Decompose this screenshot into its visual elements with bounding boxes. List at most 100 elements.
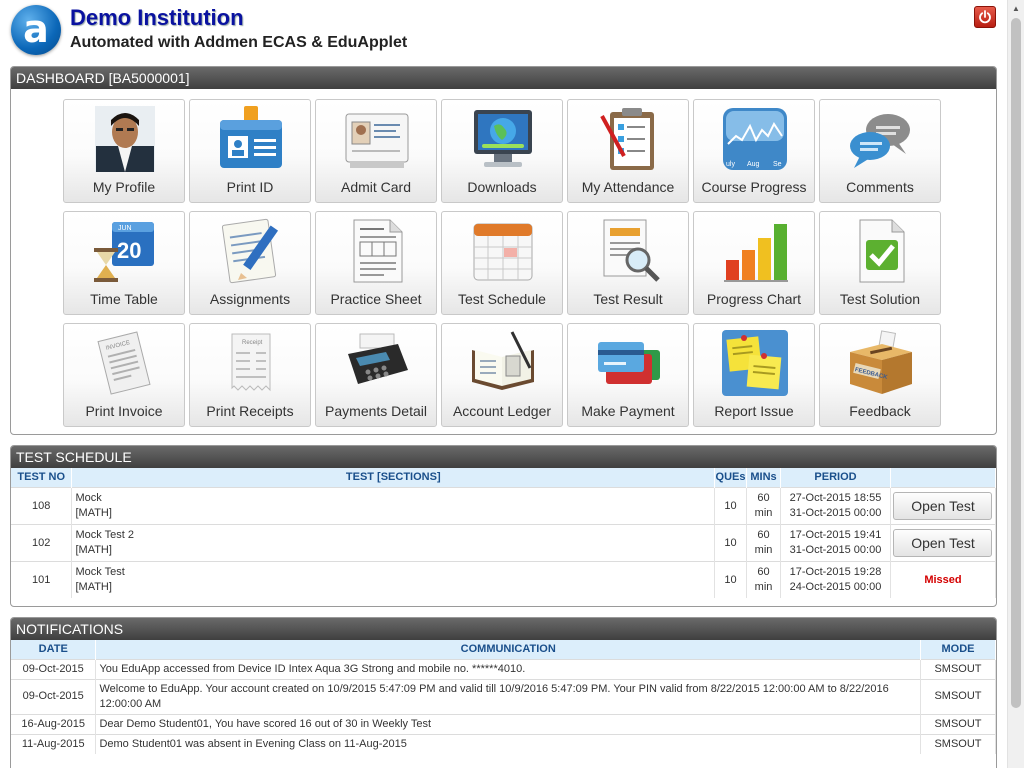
credit-cards-icon (598, 342, 660, 384)
logout-button[interactable] (974, 6, 996, 28)
test-period: 17-Oct-2015 19:41 31-Oct-2015 00:00 (780, 523, 891, 561)
notification-text: Demo Student01 was absent in Evening Cla… (95, 733, 921, 754)
worksheet-icon (353, 219, 403, 283)
notification-date: 16-Aug-2015 (11, 713, 97, 734)
column-header: MINs (746, 468, 782, 487)
institution-logo: a (11, 5, 61, 55)
test-name: Mock Test (75, 565, 125, 578)
minutes-unit: min (754, 506, 773, 519)
tile-label: Course Progress (701, 179, 807, 195)
tile-label: Admit Card (340, 179, 412, 195)
tile-print-id[interactable]: Print ID (189, 99, 311, 203)
tile-label: Payments Detail (325, 403, 427, 419)
tile-comments[interactable]: Comments (819, 99, 941, 203)
notification-text: Welcome to EduApp. Your account created … (95, 678, 921, 714)
minutes-value: 60 (757, 491, 770, 504)
tile-label: Print Invoice (85, 403, 163, 419)
scroll-thumb[interactable] (1011, 18, 1021, 708)
column-header: DATE (11, 640, 97, 659)
tile-payments-detail[interactable]: Payments Detail (315, 323, 437, 427)
tile-label: My Profile (92, 179, 156, 195)
tile-print-receipts[interactable]: Receipt Print Receipts (189, 323, 311, 427)
open-test-button[interactable]: Open Test (893, 528, 993, 557)
tile-make-payment[interactable]: Make Payment (567, 323, 689, 427)
document-check-icon (859, 219, 905, 283)
test-sections: Mock [MATH] (71, 486, 716, 524)
tile-print-invoice[interactable]: INVOICE Print Invoice (63, 323, 185, 427)
table-header-row: DATE COMMUNICATION MODE (11, 640, 996, 659)
dashboard-panel: DASHBOARD [BA5000001] My Profile Print I… (10, 66, 997, 435)
invoice-icon: INVOICE (97, 331, 151, 395)
test-name: Mock (75, 491, 102, 504)
tile-downloads[interactable]: Downloads (441, 99, 563, 203)
tile-label: Test Solution (839, 291, 921, 307)
tile-test-schedule[interactable]: Test Schedule (441, 211, 563, 315)
table-row: 108 Mock [MATH] 10 60 min 27-Oct-2015 18… (11, 486, 996, 524)
tile-admit-card[interactable]: Admit Card (315, 99, 437, 203)
test-schedule-title: TEST SCHEDULE (11, 446, 996, 468)
bar-chart-icon (724, 224, 788, 282)
column-header-action (890, 468, 996, 487)
tile-label: Report Issue (714, 403, 794, 419)
scroll-up-arrow-icon[interactable]: ▲ (1008, 0, 1024, 17)
id-badge-icon (220, 106, 282, 168)
period-from: 17-Oct-2015 19:41 (789, 528, 882, 541)
page-scrollbar[interactable]: ▲ (1007, 0, 1024, 768)
tile-label: Print Receipts (206, 403, 294, 419)
speech-bubbles-icon (850, 114, 910, 168)
table-row: 16-Aug-2015 Dear Demo Student01, You hav… (11, 713, 996, 734)
tile-progress-chart[interactable]: Progress Chart (693, 211, 815, 315)
period-to: 31-Oct-2015 00:00 (789, 543, 882, 556)
sticky-notes-icon (722, 330, 788, 396)
test-number: 101 (11, 560, 73, 598)
tile-label: Assignments (209, 291, 291, 307)
receipt-icon: Receipt (231, 333, 271, 392)
column-header: COMMUNICATION (95, 640, 921, 659)
calendar-hourglass-icon: JUN 20 (94, 222, 154, 282)
test-questions: 10 (714, 486, 748, 524)
period-from: 27-Oct-2015 18:55 (789, 491, 882, 504)
notification-text: Dear Demo Student01, You have scored 16 … (95, 713, 921, 734)
tile-time-table[interactable]: JUN 20 Time Table (63, 211, 185, 315)
tile-assignments[interactable]: Assignments (189, 211, 311, 315)
test-minutes: 60 min (746, 486, 782, 524)
tile-report-issue[interactable]: Report Issue (693, 323, 815, 427)
graph-month-label: uly (726, 161, 735, 168)
test-questions: 10 (714, 560, 748, 598)
column-header: MODE (920, 640, 996, 659)
feedback-box-icon: FEEDBACK (850, 330, 912, 394)
institution-name: Demo Institution (70, 5, 244, 30)
tile-label: Make Payment (581, 403, 675, 419)
tile-course-progress[interactable]: uly Aug Se Course Progress (693, 99, 815, 203)
table-row: 09-Oct-2015 Welcome to EduApp. Your acco… (11, 678, 996, 714)
notification-mode: SMSOUT (920, 678, 996, 714)
profile-photo-icon (95, 106, 155, 172)
tile-my-attendance[interactable]: My Attendance (567, 99, 689, 203)
tile-test-result[interactable]: Test Result (567, 211, 689, 315)
tile-label: Practice Sheet (330, 291, 422, 307)
table-row: 09-Oct-2015 You EduApp accessed from Dev… (11, 658, 996, 679)
test-number: 108 (11, 486, 73, 524)
test-sections: Mock Test 2 [MATH] (71, 523, 716, 561)
test-action-cell: Open Test (890, 486, 996, 524)
receipt-heading-text: Receipt (242, 340, 263, 346)
missed-status-label: Missed (924, 573, 962, 586)
table-header-row: TEST NO TEST [SECTIONS] QUEs MINs PERIOD (11, 468, 996, 487)
period-from: 17-Oct-2015 19:28 (789, 565, 882, 578)
minutes-unit: min (754, 580, 773, 593)
tile-label: Downloads (467, 179, 537, 195)
tile-account-ledger[interactable]: Account Ledger (441, 323, 563, 427)
test-action-cell: Open Test (890, 523, 996, 561)
logo-letter: a (23, 7, 49, 51)
minutes-unit: min (754, 543, 773, 556)
notification-mode: SMSOUT (920, 733, 996, 754)
tile-my-profile[interactable]: My Profile (63, 99, 185, 203)
open-test-button[interactable]: Open Test (893, 491, 993, 520)
tile-test-solution[interactable]: Test Solution (819, 211, 941, 315)
test-action-cell: Missed (890, 560, 996, 598)
graph-month-label: Aug (747, 161, 760, 168)
table-row: 101 Mock Test [MATH] 10 60 min 17-Oct-20… (11, 560, 996, 598)
dashboard-title: DASHBOARD [BA5000001] (11, 67, 996, 89)
tile-practice-sheet[interactable]: Practice Sheet (315, 211, 437, 315)
tile-feedback[interactable]: FEEDBACK Feedback (819, 323, 941, 427)
